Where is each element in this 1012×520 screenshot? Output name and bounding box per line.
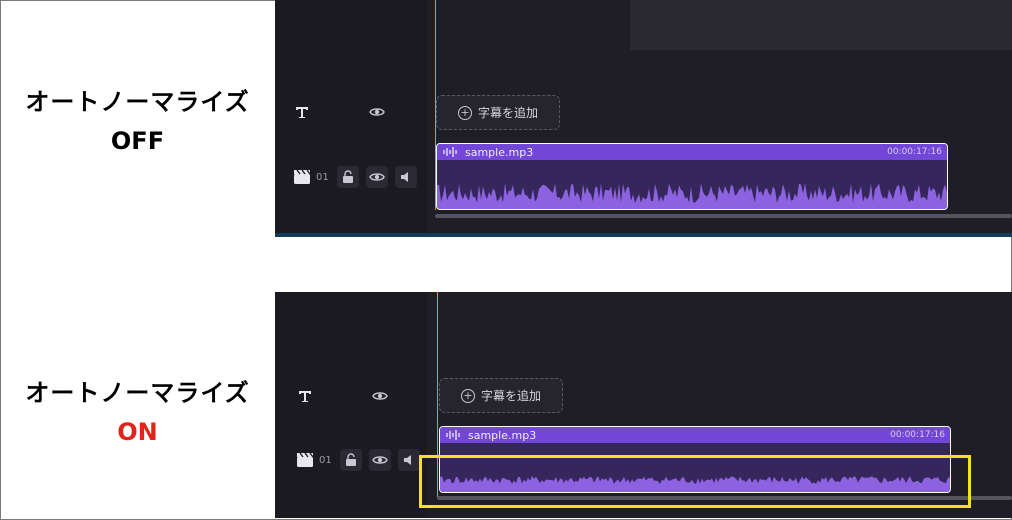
state-off-label: OFF: [110, 127, 165, 155]
label-off-group: オートノーマライズ OFF: [0, 82, 275, 155]
clip-name: sample.mp3: [468, 428, 537, 442]
clip-header: sample.mp3 00:00:17:16: [440, 427, 950, 443]
waveform-highlight-box: [419, 455, 971, 508]
state-on-label: ON: [117, 418, 158, 446]
audio-clip[interactable]: sample.mp3 00:00:17:16: [436, 143, 948, 210]
feature-title: オートノーマライズ: [25, 88, 250, 116]
text-icon: [294, 385, 316, 407]
clip-duration: 00:00:17:16: [887, 147, 942, 157]
timeline-panel-off: 01 + 字幕を追加 sample.mp3 00:00:17:16: [275, 0, 1012, 237]
horizontal-scrollbar[interactable]: [435, 214, 1012, 218]
eye-icon[interactable]: [369, 385, 391, 407]
text-icon: [291, 101, 313, 123]
audio-wave-icon: [446, 430, 460, 440]
clip-header: sample.mp3 00:00:17:16: [437, 144, 947, 160]
add-subtitle-label: 字幕を追加: [480, 389, 541, 403]
eye-icon[interactable]: [369, 449, 391, 471]
unlock-icon[interactable]: [340, 449, 362, 471]
plus-circle-icon: +: [457, 105, 472, 120]
clip-name: sample.mp3: [465, 145, 534, 159]
preview-area: [630, 0, 1012, 50]
clapper-icon: [294, 449, 316, 471]
waveform-off: [437, 183, 947, 209]
speaker-icon[interactable]: [395, 166, 417, 188]
plus-circle-icon: +: [460, 388, 475, 403]
track-number: 01: [316, 172, 329, 183]
eye-icon[interactable]: [366, 101, 388, 123]
speaker-icon[interactable]: [398, 449, 420, 471]
audio-wave-icon: [443, 147, 457, 157]
clapper-icon: [291, 166, 313, 188]
track-number: 01: [319, 455, 332, 466]
feature-title: オートノーマライズ: [25, 379, 250, 407]
clip-duration: 00:00:17:16: [890, 430, 945, 440]
eye-icon[interactable]: [366, 166, 388, 188]
add-subtitle-label: 字幕を追加: [477, 106, 538, 120]
bottom-strip: [275, 233, 1012, 237]
add-subtitle-button[interactable]: + 字幕を追加: [439, 378, 563, 413]
add-subtitle-button[interactable]: + 字幕を追加: [436, 95, 560, 130]
unlock-icon[interactable]: [337, 166, 359, 188]
label-on-group: オートノーマライズ ON: [0, 373, 275, 446]
